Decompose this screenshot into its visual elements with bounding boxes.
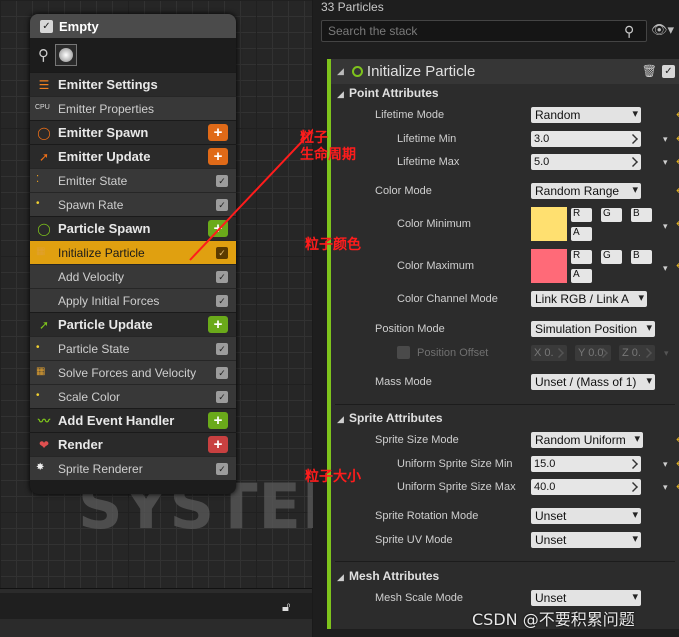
search-icon[interactable]: ⚲ — [624, 23, 642, 41]
channel-g[interactable]: G — [601, 250, 622, 264]
mass-mode-label: Mass Mode — [375, 376, 432, 388]
color-minimum-label: Color Minimum — [397, 218, 471, 230]
sprite-uv-mode-label: Sprite UV Mode — [375, 534, 453, 546]
sprite-size-max-label: Uniform Sprite Size Max — [397, 481, 516, 493]
color-mode-select[interactable]: Random Range — [531, 183, 641, 199]
annotation-lifetime: 粒子 生命周期 — [300, 130, 356, 164]
position-mode-label: Position Mode — [375, 323, 445, 335]
channel-b[interactable]: B — [631, 208, 652, 222]
divider — [335, 561, 675, 562]
csdn-watermark: CSDN @不要积累问题 — [472, 610, 635, 629]
mesh-scale-mode-select[interactable]: Unset — [531, 590, 641, 606]
color-minimum-swatch[interactable] — [531, 207, 567, 241]
position-offset-y[interactable]: Y 0.0 — [575, 345, 611, 361]
selection-panel: 33 Particles Search the stack ⚲ 👁︎▾ ◢ In… — [313, 0, 679, 637]
collapse-point-icon[interactable]: ◢ — [337, 89, 344, 100]
dropdown-icon[interactable]: ▾ — [663, 263, 668, 274]
channel-r[interactable]: R — [571, 208, 592, 222]
lifetime-max-label: Lifetime Max — [397, 156, 460, 168]
annotation-lifetime-line1: 粒子 — [300, 130, 328, 146]
point-attributes-heading: Point Attributes — [349, 86, 439, 100]
module-ring-icon — [351, 66, 363, 77]
color-maximum-label: Color Maximum — [397, 260, 475, 272]
sprite-size-min-field[interactable]: 15.0 — [531, 456, 641, 472]
color-mode-label: Color Mode — [375, 185, 432, 197]
collapse-icon[interactable]: ◢ — [337, 66, 344, 77]
dropdown-icon[interactable]: ▾ — [663, 459, 668, 470]
sprite-size-min-label: Uniform Sprite Size Min — [397, 458, 513, 470]
sprite-size-mode-label: Sprite Size Mode — [375, 434, 459, 446]
dropdown-icon[interactable]: ▾ — [664, 348, 669, 359]
position-offset-checkbox[interactable] — [397, 346, 410, 359]
position-offset-x[interactable]: X 0. — [531, 345, 567, 361]
channel-b[interactable]: B — [631, 250, 652, 264]
position-mode-select[interactable]: Simulation Position — [531, 321, 655, 337]
sprite-uv-mode-select[interactable]: Unset — [531, 532, 641, 548]
dropdown-icon[interactable]: ▾ — [663, 157, 668, 168]
module-enable-checkbox[interactable]: ✓ — [662, 65, 675, 78]
module-stack: ◢ Initialize Particle 🗑︎ ✓ ◢ Point Attri… — [327, 59, 679, 629]
sprite-rotation-mode-label: Sprite Rotation Mode — [375, 510, 479, 522]
module-header[interactable]: ◢ Initialize Particle 🗑︎ ✓ — [331, 59, 679, 84]
search-input[interactable]: Search the stack ⚲ — [321, 20, 647, 42]
lifetime-min-label: Lifetime Min — [397, 133, 457, 145]
channel-a[interactable]: A — [571, 227, 592, 241]
collapse-mesh-icon[interactable]: ◢ — [337, 572, 344, 583]
divider — [335, 404, 675, 405]
lifetime-min-field[interactable]: 3.0 — [531, 131, 641, 147]
color-channel-mode-label: Color Channel Mode — [397, 293, 498, 305]
dropdown-icon[interactable]: ▾ — [663, 221, 668, 232]
mesh-attributes-heading: Mesh Attributes — [349, 569, 440, 583]
dropdown-icon[interactable]: ▾ — [663, 482, 668, 493]
sprite-size-max-field[interactable]: 40.0 — [531, 479, 641, 495]
particle-count: 33 Particles — [321, 0, 384, 14]
collapse-sprite-icon[interactable]: ◢ — [337, 414, 344, 425]
annotation-size: 粒子大小 — [305, 469, 361, 485]
annotation-lifetime-line2: 生命周期 — [300, 147, 356, 163]
search-placeholder: Search the stack — [328, 24, 418, 38]
channel-r[interactable]: R — [571, 250, 592, 264]
dropdown-icon[interactable]: ▾ — [663, 134, 668, 145]
delete-icon[interactable]: 🗑︎ — [642, 64, 657, 78]
mass-mode-select[interactable]: Unset / (Mass of 1) — [531, 374, 655, 390]
sprite-size-mode-select[interactable]: Random Uniform — [531, 432, 643, 448]
lifetime-mode-select[interactable]: Random — [531, 107, 641, 123]
sprite-attributes-heading: Sprite Attributes — [349, 411, 443, 425]
channel-g[interactable]: G — [601, 208, 622, 222]
lifetime-max-field[interactable]: 5.0 — [531, 154, 641, 170]
eye-icon[interactable]: 👁︎▾ — [651, 22, 674, 38]
color-channel-mode-select[interactable]: Link RGB / Link A — [531, 291, 647, 307]
sprite-rotation-mode-select[interactable]: Unset — [531, 508, 641, 524]
position-offset-label: Position Offset — [417, 347, 489, 359]
channel-a[interactable]: A — [571, 269, 592, 283]
annotation-color: 粒子颜色 — [305, 237, 361, 253]
position-offset-z[interactable]: Z 0. — [619, 345, 655, 361]
module-title: Initialize Particle — [366, 63, 476, 80]
lifetime-mode-label: Lifetime Mode — [375, 109, 445, 121]
color-maximum-swatch[interactable] — [531, 249, 567, 283]
mesh-scale-mode-label: Mesh Scale Mode — [375, 592, 464, 604]
